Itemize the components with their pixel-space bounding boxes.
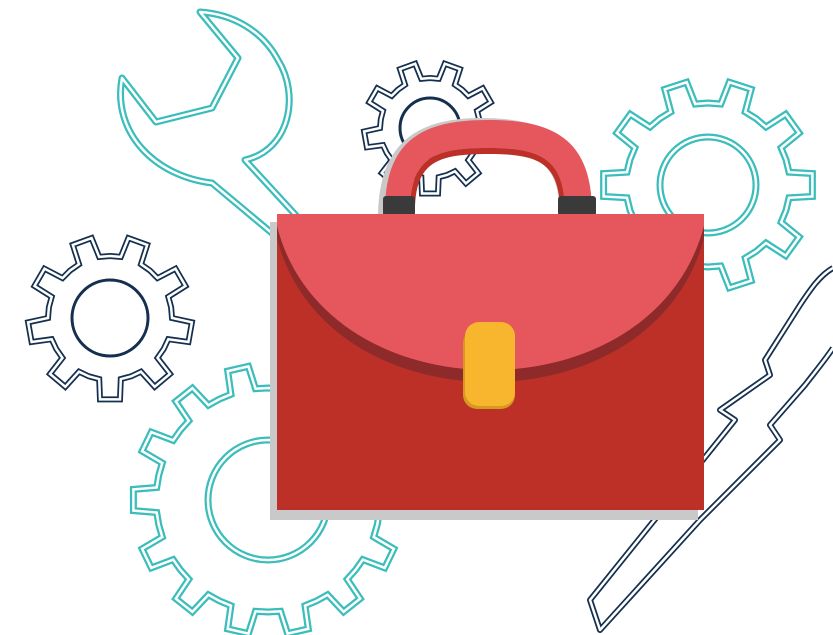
gear-icon xyxy=(24,234,196,403)
handle-fastener-right xyxy=(558,196,596,216)
illustration-canvas xyxy=(0,0,833,635)
handle-fastener-left xyxy=(383,196,415,216)
clasp-icon xyxy=(465,322,515,406)
briefcase-icon xyxy=(270,118,704,520)
